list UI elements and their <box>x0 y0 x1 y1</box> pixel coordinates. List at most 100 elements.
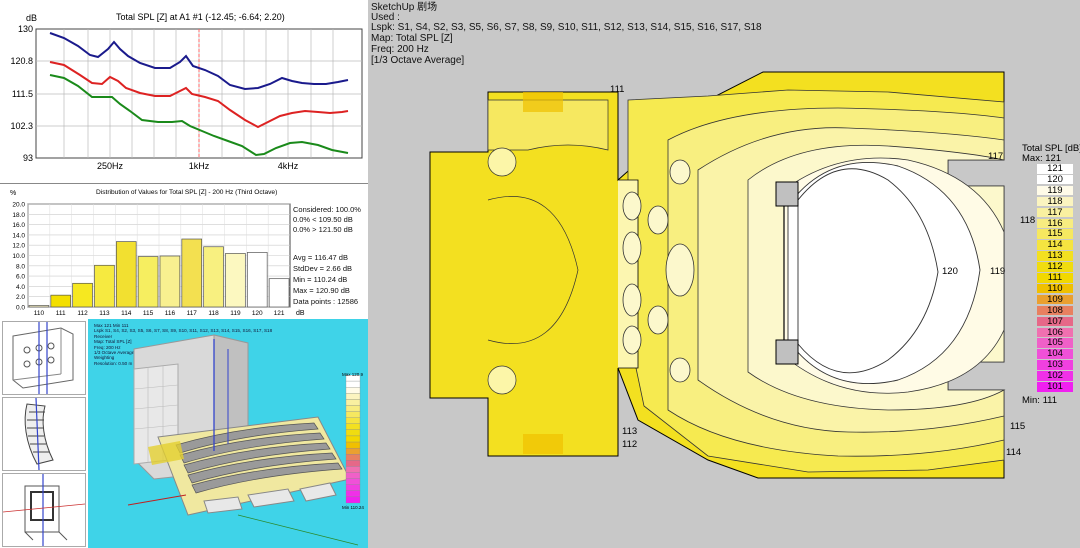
legend-min: Min: 111 <box>1022 395 1058 406</box>
hist-x-ticks: 110 111 112 113 114 115 116 117 118 119 120 121 <box>34 310 285 317</box>
contour-label: 118 <box>1020 215 1035 226</box>
hist-y-tick: 10.0 <box>12 253 25 260</box>
thumbnail-speaker-array-front[interactable] <box>2 321 86 395</box>
contour-label: 114 <box>1006 447 1021 458</box>
legend-entry: 107 <box>1037 317 1073 327</box>
hist-y-tick: 0.0 <box>16 305 25 312</box>
hist-bar <box>28 305 50 308</box>
mini-legend-swatch <box>345 435 361 443</box>
mini-legend-swatch <box>345 466 361 473</box>
legend-entry: 112 <box>1037 262 1073 272</box>
speaker-box-icon <box>2 474 86 546</box>
hist-bar <box>72 282 93 308</box>
mini-legend-swatch <box>345 399 361 406</box>
hist-y-ticks: 20.0 18.0 16.0 14.0 12.0 10.0 8.0 6.0 4.0 2.0 0.0 <box>12 202 25 312</box>
legend-entry: 115 <box>1037 229 1073 239</box>
mini-legend-swatch <box>345 454 361 461</box>
legend-entry: 105 <box>1037 338 1073 348</box>
legend-entry: 103 <box>1037 360 1073 370</box>
hist-bar <box>225 253 246 308</box>
hist-y-tick: 18.0 <box>12 212 25 219</box>
freq-chart-title: Total SPL [Z] at A1 #1 (-12.45; -6.64; 2… <box>116 12 285 22</box>
hist-y-tick: 4.0 <box>16 284 25 291</box>
frequency-response-chart: dB Total SPL [Z] at A1 #1 (-12.45; -6.64… <box>10 12 363 171</box>
hist-y-tick: 12.0 <box>12 243 25 250</box>
mini-legend-swatch <box>345 478 361 485</box>
hist-x-tick: 118 <box>208 310 219 317</box>
legend-entry: 119 <box>1037 186 1073 196</box>
stat-avg: Avg = 116.47 dB <box>293 253 348 262</box>
legend-entry: 118 <box>1037 197 1073 207</box>
hist-x-unit: dB <box>296 310 305 317</box>
hist-bar <box>50 294 72 308</box>
spl-map-panel[interactable]: SketchUp 剧场 Used : Lspk: S1, S4, S2, S3,… <box>368 0 1080 548</box>
hist-y-tick: 8.0 <box>16 263 25 270</box>
thumbnail-line-array[interactable] <box>2 397 86 471</box>
legend-entry: 104 <box>1037 349 1073 359</box>
hist-x-tick: 120 <box>252 310 263 317</box>
mini-legend-swatch <box>345 387 361 394</box>
hist-bar <box>94 264 115 308</box>
mini-legend-swatch <box>345 472 361 479</box>
frequency-response-panel: dB Total SPL [Z] at A1 #1 (-12.45; -6.64… <box>0 0 369 183</box>
hist-bar <box>137 256 159 308</box>
freq-y-tick: 130 <box>18 24 33 34</box>
hist-y-unit: % <box>10 190 16 197</box>
mini-legend-swatch <box>345 393 361 400</box>
hist-x-tick: 116 <box>165 310 176 317</box>
mini-legend-swatch <box>345 423 361 431</box>
hist-x-tick: 114 <box>121 310 132 317</box>
hist-bar <box>203 246 224 308</box>
stat-max: Max = 120.90 dB <box>293 286 350 295</box>
thumbnail-speaker-box[interactable] <box>2 473 86 547</box>
stage-pillar-top <box>775 181 799 207</box>
freq-y-unit: dB <box>26 13 37 23</box>
hist-y-tick: 20.0 <box>12 202 25 209</box>
legend-entry: 101 <box>1037 382 1073 392</box>
speaker-cabinet-icon <box>12 322 74 394</box>
hist-x-tick: 115 <box>143 310 154 317</box>
mini-legend-swatch <box>345 441 361 449</box>
hotspot-bottom <box>523 434 563 454</box>
contour-label: 119 <box>990 266 1005 277</box>
hist-title: Distribution of Values for Total SPL [Z]… <box>96 189 277 196</box>
mini-legend-swatch <box>345 447 361 455</box>
hist-x-tick: 119 <box>230 310 241 317</box>
hist-y-tick: 14.0 <box>12 232 25 239</box>
freq-y-tick: 93 <box>23 153 33 163</box>
freq-y-tick-labels: 130 120.8 111.5 102.3 93 <box>10 24 33 163</box>
stat-above: 0.0% > 121.50 dB <box>293 225 353 234</box>
view-thumbnails <box>0 319 89 548</box>
legend-entry: 111 <box>1037 273 1073 283</box>
hotspot-top <box>523 92 563 112</box>
legend-entry: 108 <box>1037 306 1073 316</box>
freq-y-tick: 120.8 <box>10 56 33 66</box>
spl-contour-map[interactable]: 111 117 118 120 119 113 112 115 114 <box>368 0 1080 548</box>
contour-label: 120 <box>942 266 958 277</box>
hist-x-tick: 113 <box>99 310 110 317</box>
freq-x-tick: 250Hz <box>97 161 124 171</box>
hist-y-tick: 2.0 <box>16 294 25 301</box>
hist-bar <box>246 252 268 308</box>
legend-entry: 116 <box>1037 218 1073 228</box>
hist-y-tick: 6.0 <box>16 274 25 281</box>
hist-bar <box>181 238 203 308</box>
legend-entry: 114 <box>1037 240 1073 250</box>
mini-legend-swatch <box>345 484 361 491</box>
legend-entry: 110 <box>1037 284 1073 294</box>
legend-entry: 120 <box>1037 175 1073 185</box>
hist-x-tick: 110 <box>34 310 45 317</box>
3d-model <box>127 334 359 546</box>
legend-entry: 117 <box>1037 208 1073 218</box>
stat-below: 0.0% < 109.50 dB <box>293 215 353 224</box>
mini-legend-swatch <box>345 417 361 424</box>
hist-x-tick: 121 <box>274 310 285 317</box>
mini-legend-swatch <box>345 496 361 504</box>
mini-legend-swatch <box>345 411 361 418</box>
contour-label: 111 <box>610 84 624 95</box>
3d-auditorium-view[interactable]: Max 121 Min 111 Lspk S1, S4, S2, S3, S5,… <box>88 319 368 548</box>
contour-label: 112 <box>622 439 637 450</box>
contour-label: 113 <box>622 426 637 437</box>
contour-label: 115 <box>1010 421 1025 432</box>
legend-entry: 106 <box>1037 327 1073 337</box>
